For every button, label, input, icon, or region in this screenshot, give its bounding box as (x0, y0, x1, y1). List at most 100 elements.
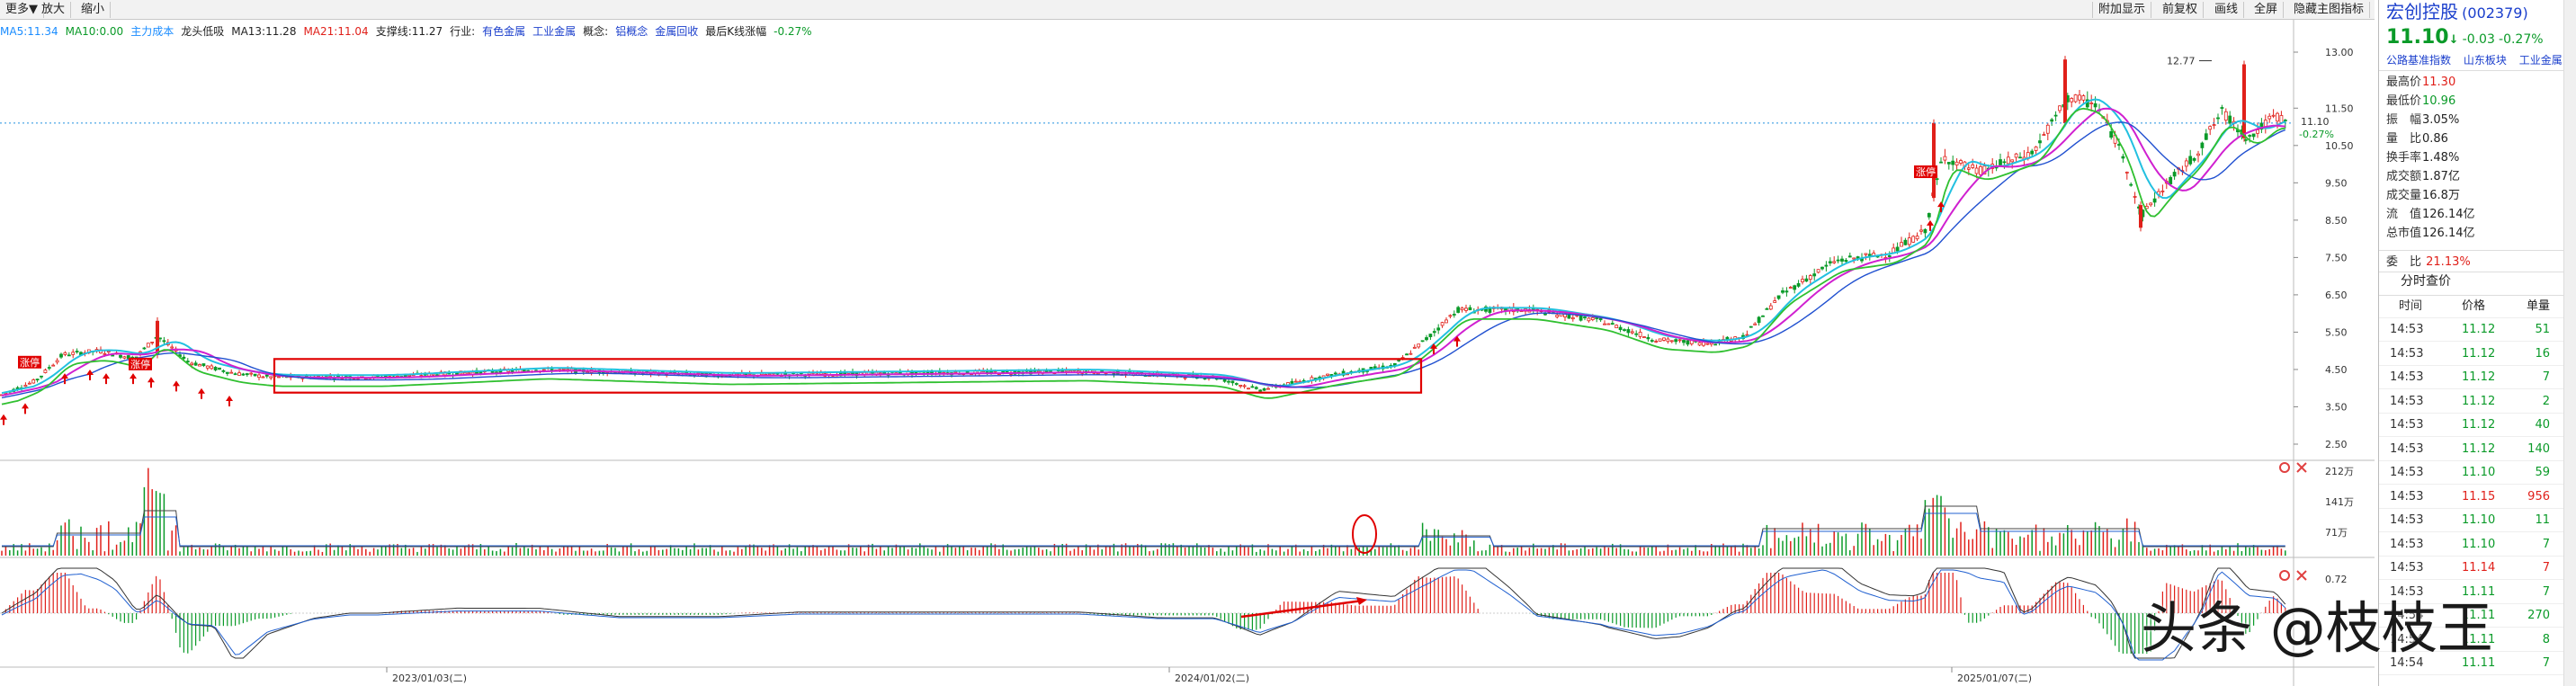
candle-body (1250, 386, 1255, 388)
candle-body (1749, 325, 1753, 328)
candle-body (1606, 323, 1611, 325)
candle-body (198, 364, 201, 367)
candle-body (1796, 283, 1801, 287)
stock-name: 宏创控股 (2386, 1, 2458, 22)
stat-value: 11.30 (2422, 76, 2456, 89)
tick-header-time: 时间 (2399, 299, 2423, 313)
tag-region[interactable]: 山东板块 (2464, 54, 2507, 67)
candle-body (1820, 266, 1824, 270)
candle-body (119, 354, 122, 358)
candle-body (257, 374, 261, 379)
candle-body (1887, 255, 1892, 257)
forward-adjust-button[interactable]: 前复权 (2157, 2, 2205, 18)
tick-price: 11.12 (2462, 346, 2496, 361)
candle-body (1417, 343, 1421, 348)
candle-body (1781, 290, 1784, 293)
candle-body (2002, 161, 2007, 164)
tick-vol: 11 (2535, 513, 2550, 527)
buy-signal-arrow-icon (173, 380, 180, 392)
candle-body (1844, 260, 1848, 263)
tag-index[interactable]: 公路基准指数 (2386, 54, 2451, 67)
extra-display-button[interactable]: 附加显示 (2092, 2, 2152, 18)
candle-body (2149, 202, 2153, 206)
candle-body (1895, 246, 1900, 252)
candle-body (2208, 126, 2213, 130)
candle-body (1227, 380, 1230, 383)
stat-value: 1.87亿 (2422, 170, 2460, 183)
candle-body (2223, 111, 2228, 121)
stat-row: 振 幅3.05% (2386, 111, 2459, 129)
candle-body (1824, 264, 1829, 267)
stat-label: 总市值 (2386, 227, 2422, 240)
candle-body (1907, 237, 1911, 245)
tick-row: 14:53 11.12 7 (2379, 366, 2576, 389)
candle-body (185, 361, 190, 363)
buy-signal-arrow-icon (103, 373, 110, 385)
price-tick-label: 6.50 (2325, 290, 2348, 301)
candle-body (1773, 300, 1777, 303)
hide-main-indicator-button[interactable]: 隐藏主图指标 (2288, 2, 2371, 18)
candle-body (51, 364, 56, 367)
candle-body (1258, 389, 1263, 392)
zoom-in-button[interactable]: 放大 (36, 2, 72, 18)
tick-time: 14:53 (2390, 441, 2424, 456)
candle-body (1808, 275, 1812, 281)
kline-chart[interactable]: 13.00 11.50 10.50 9.50 8.50 7.50 6.50 5.50 4.50 3… (0, 20, 2375, 686)
candle-body (55, 360, 59, 363)
candle-body (47, 367, 51, 369)
fullscreen-button[interactable]: 全屏 (2249, 2, 2285, 18)
stat-label: 最高价 (2386, 76, 2422, 89)
tick-price: 11.12 (2462, 370, 2496, 384)
candle-body (1614, 325, 1619, 329)
tag-industry[interactable]: 工业金属 (2519, 54, 2563, 67)
candle-body (2081, 95, 2086, 101)
candle-body (1927, 212, 1931, 218)
candle-body (1919, 229, 1923, 232)
stat-row: 成交量16.8万 (2386, 187, 2460, 204)
candle-body (2192, 158, 2196, 161)
candle-body (1836, 259, 1840, 262)
candle-body (1677, 339, 1682, 342)
candle-body (1587, 317, 1591, 322)
candle-body (1840, 258, 1844, 262)
candle-body (1816, 269, 1820, 273)
candle-body (462, 372, 467, 375)
limit-up-label: 涨停 (1916, 165, 1936, 178)
candle-body (1705, 343, 1710, 345)
tick-row: 14:53 11.12 140 (2379, 438, 2576, 461)
candle-body (2169, 176, 2173, 185)
candle-body (1951, 160, 1955, 165)
candle-body (2121, 156, 2125, 159)
draw-line-button[interactable]: 画线 (2209, 2, 2245, 18)
candle-body (2220, 107, 2224, 109)
candle-body (1626, 329, 1631, 334)
candle-body (201, 363, 206, 367)
candle-body (2063, 59, 2067, 124)
candle-body (1610, 323, 1614, 325)
ma-line-purple (1, 107, 2285, 396)
volume-highlight-circle (1352, 514, 1377, 554)
candle-body (2200, 142, 2205, 148)
candle-body (2006, 156, 2010, 165)
tick-time: 14:53 (2390, 513, 2424, 527)
candle-body (2014, 153, 2018, 158)
price-tick-label: 13.00 (2325, 47, 2354, 58)
candle-body (1397, 360, 1401, 361)
candle-body (2152, 198, 2157, 203)
stat-row: 换手率1.48% (2386, 149, 2459, 166)
tick-price: 11.10 (2462, 513, 2496, 527)
panel-scrollbar[interactable] (2563, 0, 2576, 686)
candle-body (2058, 105, 2062, 111)
candle-body (2050, 119, 2054, 122)
price-tick-label: 8.50 (2325, 215, 2348, 227)
candle-body (111, 354, 115, 357)
candle-body (237, 372, 241, 376)
zoom-out-button[interactable]: 缩小 (76, 2, 112, 18)
candle-body (205, 365, 210, 369)
buy-signal-arrow-icon (148, 377, 155, 388)
tick-time: 14:53 (2390, 561, 2424, 575)
candle-body (1784, 290, 1789, 293)
candle-body (1060, 370, 1065, 372)
tick-row: 14:53 11.12 16 (2379, 343, 2576, 366)
candle-body (2073, 94, 2078, 102)
